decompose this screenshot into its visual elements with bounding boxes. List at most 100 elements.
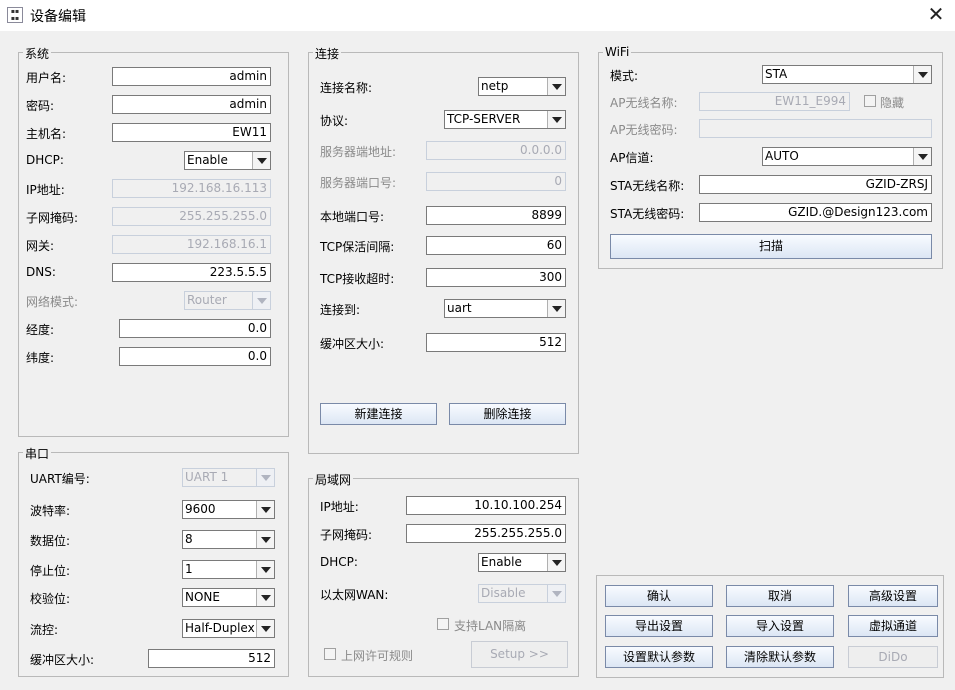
baud-label: 波特率:: [30, 504, 71, 518]
latitude-input[interactable]: 0.0: [119, 347, 271, 366]
wan-label: 以太网WAN:: [320, 588, 389, 602]
lan-dhcp-label: DHCP:: [320, 555, 358, 569]
wifi-mode-label: 模式:: [610, 69, 639, 83]
uart-value: UART 1: [185, 470, 229, 484]
app-logo-icon: ▪▪ ▪▪: [7, 7, 23, 23]
cancel-button[interactable]: 取消: [726, 585, 834, 607]
conn-name-select[interactable]: netp: [478, 77, 566, 96]
serial-buffer-input[interactable]: 512: [148, 649, 275, 668]
access-rules-checkbox: [324, 648, 336, 660]
chevron-down-icon[interactable]: [547, 554, 565, 571]
new-connection-button[interactable]: 新建连接: [320, 403, 437, 425]
keepalive-label: TCP保活间隔:: [320, 240, 395, 254]
ap-channel-value: AUTO: [765, 149, 799, 163]
recv-timeout-label: TCP接收超时:: [320, 272, 395, 286]
databits-select[interactable]: 8: [182, 530, 275, 549]
chevron-down-icon: [547, 585, 565, 602]
lan-mask-label: 子网掩码:: [320, 528, 373, 542]
set-default-button[interactable]: 设置默认参数: [605, 646, 713, 668]
chevron-down-icon[interactable]: [256, 561, 274, 578]
connection-group-title: 连接: [313, 45, 342, 62]
sta-password-label: STA无线密码:: [610, 207, 685, 221]
wifi-group-title: WiFi: [603, 45, 632, 59]
import-settings-button[interactable]: 导入设置: [726, 615, 834, 637]
longitude-label: 经度:: [26, 323, 55, 337]
protocol-select[interactable]: TCP-SERVER: [444, 110, 566, 129]
parity-select[interactable]: NONE: [182, 588, 275, 607]
chevron-down-icon: [256, 469, 274, 486]
dns-input[interactable]: 223.5.5.5: [112, 263, 271, 282]
system-group-title: 系统: [23, 45, 52, 62]
close-icon[interactable]: ✕: [926, 4, 946, 24]
ap-password-input: [699, 119, 932, 138]
title-bar: [0, 0, 955, 31]
hostname-input[interactable]: EW11: [112, 123, 271, 142]
gateway-input: 192.168.16.1: [112, 235, 271, 254]
conn-name-value: netp: [481, 79, 509, 93]
chevron-down-icon[interactable]: [547, 78, 565, 95]
wifi-mode-value: STA: [765, 67, 788, 81]
delete-connection-button[interactable]: 删除连接: [449, 403, 566, 425]
local-port-label: 本地端口号:: [320, 210, 385, 224]
local-port-input[interactable]: 8899: [426, 206, 566, 225]
chevron-down-icon[interactable]: [913, 66, 931, 83]
chevron-down-icon[interactable]: [547, 111, 565, 128]
uart-label: UART编号:: [30, 472, 90, 486]
clear-default-button[interactable]: 清除默认参数: [726, 646, 834, 668]
export-settings-button[interactable]: 导出设置: [605, 615, 713, 637]
netmode-select: Router: [184, 291, 271, 310]
access-rules-label: 上网许可规则: [341, 649, 414, 663]
serial-buffer-label: 缓冲区大小:: [30, 653, 95, 667]
sta-password-input[interactable]: GZID.@Design123.com: [699, 203, 932, 222]
chevron-down-icon[interactable]: [547, 300, 565, 317]
advanced-settings-button[interactable]: 高级设置: [848, 585, 938, 607]
chevron-down-icon[interactable]: [256, 589, 274, 606]
lan-isolation-label: 支持LAN隔离: [454, 619, 527, 633]
netmode-value: Router: [187, 293, 227, 307]
system-dhcp-select[interactable]: Enable: [184, 151, 271, 170]
keepalive-input[interactable]: 60: [426, 236, 566, 255]
chevron-down-icon[interactable]: [256, 501, 274, 518]
latitude-label: 纬度:: [26, 351, 55, 365]
parity-value: NONE: [185, 590, 220, 604]
connect-to-label: 连接到:: [320, 303, 361, 317]
sta-ssid-label: STA无线名称:: [610, 179, 685, 193]
chevron-down-icon[interactable]: [256, 620, 274, 637]
flow-select[interactable]: Half-Duplex: [182, 619, 275, 638]
netmode-label: 网络模式:: [26, 295, 79, 309]
connect-to-select[interactable]: uart: [444, 299, 566, 318]
chevron-down-icon[interactable]: [252, 152, 270, 169]
wan-value: Disable: [481, 586, 526, 600]
lan-dhcp-select[interactable]: Enable: [478, 553, 566, 572]
system-ip-label: IP地址:: [26, 183, 65, 197]
baud-value: 9600: [185, 502, 216, 516]
lan-isolation-checkbox: [437, 618, 449, 630]
sta-ssid-input[interactable]: GZID-ZRSJ: [699, 175, 932, 194]
lan-mask-input[interactable]: 255.255.255.0: [406, 524, 566, 543]
hostname-label: 主机名:: [26, 127, 67, 141]
username-input[interactable]: admin: [112, 67, 271, 86]
password-input[interactable]: admin: [112, 95, 271, 114]
chevron-down-icon[interactable]: [913, 148, 931, 165]
recv-timeout-input[interactable]: 300: [426, 268, 566, 287]
wifi-mode-select[interactable]: STA: [762, 65, 932, 84]
ap-channel-select[interactable]: AUTO: [762, 147, 932, 166]
ok-button[interactable]: 确认: [605, 585, 713, 607]
chevron-down-icon[interactable]: [256, 531, 274, 548]
parity-label: 校验位:: [30, 592, 71, 606]
stopbits-select[interactable]: 1: [182, 560, 275, 579]
databits-value: 8: [185, 532, 193, 546]
uart-select: UART 1: [182, 468, 275, 487]
scan-button[interactable]: 扫描: [610, 234, 932, 259]
lan-ip-label: IP地址:: [320, 500, 359, 514]
virtual-channel-button[interactable]: 虚拟通道: [848, 615, 938, 637]
conn-buffer-input[interactable]: 512: [426, 333, 566, 352]
longitude-input[interactable]: 0.0: [119, 319, 271, 338]
lan-ip-input[interactable]: 10.10.100.254: [406, 496, 566, 515]
system-ip-input: 192.168.16.113: [112, 179, 271, 198]
baud-select[interactable]: 9600: [182, 500, 275, 519]
stopbits-label: 停止位:: [30, 564, 71, 578]
ap-channel-label: AP信道:: [610, 151, 654, 165]
system-dhcp-value: Enable: [187, 153, 228, 167]
serial-group-title: 串口: [23, 445, 52, 462]
